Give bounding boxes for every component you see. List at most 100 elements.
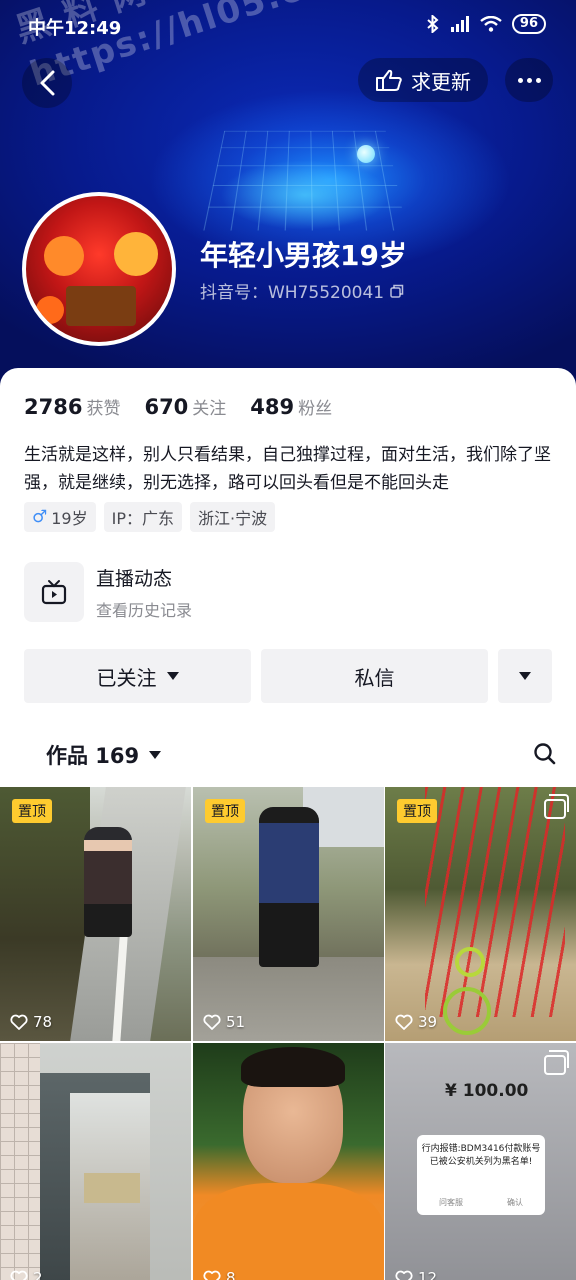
followed-button[interactable]: 已关注 (24, 649, 251, 703)
avatar-shape (114, 232, 158, 276)
thumb-shape (241, 1047, 345, 1087)
status-time: 中午12:49 (28, 18, 122, 39)
request-update-label: 求更新 (411, 69, 471, 94)
tag-age: ♂ 19岁 (24, 502, 96, 532)
like-count-text: 51 (226, 1013, 246, 1031)
dialog-right-label: 确认 (507, 1198, 523, 1207)
avatar-shape (36, 296, 64, 324)
banner-orb (357, 145, 375, 163)
profile-nickname: 年轻小男孩19岁 (200, 239, 407, 272)
thumb-shape (455, 947, 485, 977)
heart-icon (395, 1014, 413, 1030)
stat-number: 489 (250, 395, 295, 419)
work-item[interactable]: 8 (193, 1043, 384, 1280)
more-button[interactable] (505, 58, 553, 102)
like-count-text: 2 (33, 1269, 43, 1280)
heart-icon (10, 1270, 28, 1280)
chevron-left-icon (40, 70, 55, 96)
like-count-text: 12 (418, 1269, 438, 1280)
avatar-shape (66, 286, 136, 326)
stat-label: 关注 (192, 399, 227, 419)
live-title: 直播动态 (96, 567, 173, 590)
heart-icon (203, 1270, 221, 1280)
tab-works[interactable]: 作品 169 (46, 740, 162, 770)
copy-icon[interactable] (390, 284, 404, 298)
pinned-badge: 置顶 (205, 799, 245, 823)
message-label: 私信 (354, 665, 395, 690)
dialog-left-label: 问客服 (439, 1198, 463, 1207)
battery-indicator: 96 (511, 14, 546, 34)
douyin-id-text: 抖音号：WH75520041 (200, 283, 385, 303)
stat-label: 获赞 (86, 399, 121, 419)
heart-icon (395, 1270, 413, 1280)
multi-image-icon (544, 794, 569, 819)
status-icons: 96 (426, 14, 546, 34)
bluetooth-icon (427, 15, 439, 33)
caret-down-icon (519, 672, 531, 680)
pinned-badge: 置顶 (397, 799, 437, 823)
live-history-entry[interactable]: 直播动态 查看历史记录 (24, 561, 524, 623)
error-dialog-text: 行内报错:BDM3416付款账号已被公安机关列为黑名单! (421, 1144, 541, 1167)
thumb-shape (84, 827, 132, 937)
search-button[interactable] (533, 742, 557, 770)
wifi-icon (480, 16, 502, 32)
followed-label: 已关注 (96, 665, 157, 690)
like-count: 51 (203, 1013, 245, 1031)
stat-label: 粉丝 (298, 399, 333, 419)
work-item[interactable]: ¥ 100.00 行内报错:BDM3416付款账号已被公安机关列为黑名单! 问客… (385, 1043, 576, 1280)
error-dialog: 行内报错:BDM3416付款账号已被公安机关列为黑名单! 问客服 确认 (417, 1135, 545, 1215)
live-subtitle: 查看历史记录 (96, 600, 193, 620)
tab-works-label: 作品 169 (46, 744, 140, 768)
more-dot-icon (535, 77, 541, 83)
tag-ip: IP：广东 (103, 502, 182, 532)
thumb-shape (259, 807, 319, 967)
payment-amount: ¥ 100.00 (445, 1081, 529, 1101)
like-count-text: 8 (226, 1269, 236, 1280)
heart-icon (10, 1014, 28, 1030)
stat-number: 2786 (24, 395, 83, 419)
work-item[interactable]: 置顶 51 (193, 787, 384, 1041)
banner-grid (203, 130, 407, 231)
male-icon: ♂ (32, 507, 48, 527)
stat-followers[interactable]: 489 粉丝 (250, 394, 332, 419)
profile-stats: 2786 获赞 670 关注 489 粉丝 (24, 394, 332, 419)
stat-likes[interactable]: 2786 获赞 (24, 394, 120, 419)
more-dot-icon (526, 77, 532, 83)
caret-down-icon (166, 672, 179, 680)
live-text: 直播动态 查看历史记录 (96, 564, 192, 621)
tag-location: 浙江·宁波 (190, 502, 276, 532)
profile-douyin-id[interactable]: 抖音号：WH75520041 (200, 278, 404, 303)
hand-point-icon (376, 69, 402, 91)
stat-following[interactable]: 670 关注 (144, 394, 226, 419)
like-count-text: 39 (418, 1013, 438, 1031)
back-button[interactable] (22, 58, 72, 108)
avatar-shape (44, 236, 84, 276)
like-count: 78 (10, 1013, 52, 1031)
caret-down-icon (149, 751, 162, 759)
signal-icon (450, 16, 469, 32)
error-dialog-buttons: 问客服 确认 (417, 1196, 545, 1209)
like-count: 8 (203, 1269, 236, 1280)
recommend-dropdown-button[interactable] (498, 649, 552, 703)
profile-tags: ♂ 19岁 IP：广东 浙江·宁波 (24, 502, 276, 532)
like-count: 2 (10, 1269, 43, 1280)
thumb-shape (193, 1183, 384, 1280)
pinned-badge: 置顶 (12, 799, 52, 823)
works-grid: 置顶 78 置顶 51 置顶 39 2 8 ¥ 100.00 行内报错:BDM3… (0, 787, 576, 1280)
more-dot-icon (517, 77, 523, 83)
status-bar: 中午12:49 96 (0, 0, 576, 52)
thumb-shape (425, 787, 565, 1017)
stat-number: 670 (144, 395, 189, 419)
profile-bio: 生活就是这样，别人只看结果，自己独撑过程，面对生活，我们除了坚强，就是继续，别无… (24, 445, 551, 493)
like-count: 39 (395, 1013, 437, 1031)
thumb-shape (0, 1043, 40, 1280)
work-item[interactable]: 置顶 78 (0, 787, 191, 1041)
request-update-button[interactable]: 求更新 (358, 58, 488, 102)
heart-icon (203, 1014, 221, 1030)
avatar[interactable] (22, 192, 176, 346)
thumb-shape (84, 1173, 140, 1203)
search-icon (534, 743, 556, 765)
work-item[interactable]: 2 (0, 1043, 191, 1280)
message-button[interactable]: 私信 (261, 649, 488, 703)
work-item[interactable]: 置顶 39 (385, 787, 576, 1041)
